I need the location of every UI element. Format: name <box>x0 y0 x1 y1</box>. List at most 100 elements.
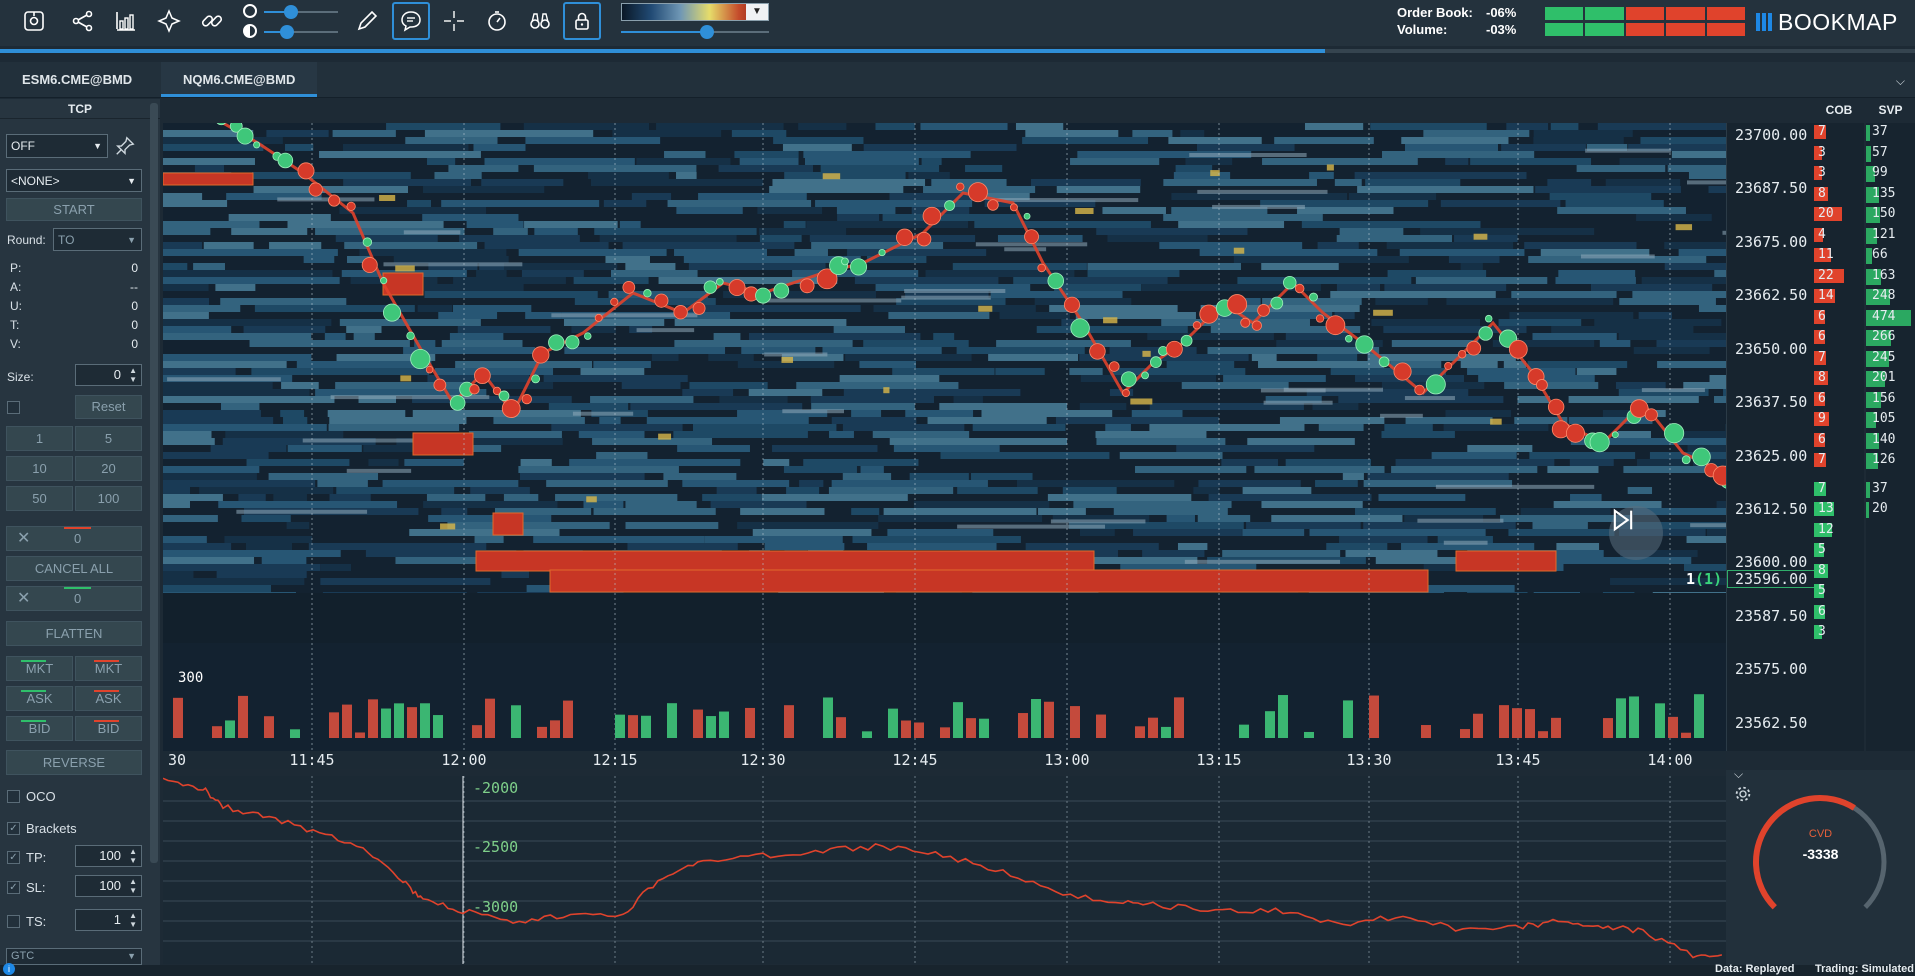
brackets-checkbox[interactable]: ✓ <box>7 822 20 835</box>
new-chart-icon[interactable] <box>17 4 51 38</box>
liquidity-band <box>1166 515 1195 522</box>
sell-ask-button[interactable]: ASK <box>75 686 142 711</box>
liquidity-band <box>852 536 1021 543</box>
connections-icon[interactable] <box>66 4 100 38</box>
timer-icon[interactable] <box>480 4 514 38</box>
sl-checkbox[interactable]: ✓ <box>7 881 20 894</box>
stepper-arrows-icon[interactable]: ▲ ▼ <box>129 911 137 929</box>
panel-scrollbar[interactable] <box>150 103 158 863</box>
cancel-sell-orders-button[interactable]: ✕ 0 <box>6 586 142 611</box>
quick-size-button[interactable]: 5 <box>75 426 142 451</box>
liquidity-band <box>287 445 362 452</box>
liquidity-band <box>163 193 203 200</box>
sell-trade-bubble <box>1165 340 1183 358</box>
buy-market-button[interactable]: MKT <box>6 656 73 681</box>
liquidity-band <box>1533 130 1633 137</box>
ts-stepper[interactable]: 1 ▲ ▼ <box>75 909 142 931</box>
tab-esm6[interactable]: ESM6.CME@BMD <box>0 62 154 97</box>
svp-volume-value: 248 <box>1872 288 1896 303</box>
cvd-indicator-chart[interactable]: -2000 -2500 -3000 <box>163 776 1726 964</box>
liquidity-band <box>764 352 828 357</box>
reverse-button[interactable]: REVERSE <box>6 750 142 775</box>
quick-size-button[interactable]: 20 <box>75 456 142 481</box>
heatmap-chart[interactable]: 300 <box>163 123 1726 751</box>
cob-ask-size: 3 <box>1818 144 1826 160</box>
quick-size-button[interactable]: 1 <box>6 426 73 451</box>
replay-progress-bar[interactable] <box>0 49 1915 53</box>
liquidity-band <box>423 186 545 193</box>
analytics-icon[interactable] <box>109 4 143 38</box>
liquidity-band <box>1185 158 1233 165</box>
plugins-icon[interactable] <box>152 4 186 38</box>
reset-button[interactable]: Reset <box>75 395 142 419</box>
cvd-gauge-panel: ⌵ CVD -3338 <box>1726 767 1915 965</box>
binoculars-icon[interactable] <box>523 4 557 38</box>
liquidity-band <box>484 242 609 249</box>
tp-checkbox[interactable]: ✓ <box>7 851 20 864</box>
stepper-arrows-icon[interactable]: ▲ ▼ <box>129 366 137 384</box>
buy-trade-bubble <box>1270 296 1284 310</box>
contrast-slider[interactable] <box>264 25 338 39</box>
time-in-force-select[interactable]: GTC ▼ <box>6 948 142 965</box>
volume-value: -03% <box>1486 22 1517 37</box>
heatmap-palette-select[interactable]: ▼ <box>621 3 769 21</box>
sl-stepper[interactable]: 100 ▲ ▼ <box>75 875 142 897</box>
quick-size-button[interactable]: 100 <box>75 486 142 511</box>
cancel-buy-orders-button[interactable]: ✕ 0 <box>6 526 142 551</box>
brightness-slider[interactable] <box>264 5 338 19</box>
play-pause-icon[interactable] <box>1609 506 1663 560</box>
size-stepper[interactable]: 0 ▲ ▼ <box>75 364 142 386</box>
stepper-arrows-icon[interactable]: ▲ ▼ <box>129 877 137 895</box>
chevron-down-icon[interactable]: ⌵ <box>1896 74 1905 89</box>
quick-size-button[interactable]: 50 <box>6 486 73 511</box>
liquidity-band <box>716 487 757 494</box>
liquidity-band <box>1087 263 1241 270</box>
liquidity-band <box>843 389 1021 396</box>
buy-trade-bubble <box>1120 371 1137 388</box>
stepper-arrows-icon[interactable]: ▲ ▼ <box>129 847 137 865</box>
liquidity-band <box>1569 459 1614 466</box>
sell-bid-button[interactable]: BID <box>75 716 142 741</box>
buy-trade-bubble <box>362 237 373 247</box>
cancel-all-button[interactable]: CANCEL ALL <box>6 556 142 581</box>
link-icon[interactable] <box>195 4 229 38</box>
buy-bid-button[interactable]: BID <box>6 716 73 741</box>
price-axis[interactable]: 23700.00 23687.50 23675.00 23662.50 2365… <box>1726 123 1815 751</box>
flatten-button[interactable]: FLATTEN <box>6 621 142 646</box>
liquidity-band <box>990 291 1123 298</box>
liquidity-band <box>1131 410 1183 417</box>
round-select[interactable]: TO ▼ <box>53 228 142 251</box>
svp-volume-value: 140 <box>1872 431 1896 447</box>
liquidity-band <box>1594 319 1722 326</box>
buy-volume-bar <box>719 711 729 738</box>
heatmap-contrast-slider[interactable] <box>621 25 769 39</box>
crosshair-icon[interactable] <box>437 4 471 38</box>
lock-icon[interactable] <box>563 2 601 40</box>
brackets-label: Brackets <box>26 821 77 836</box>
tab-nqm6[interactable]: NQM6.CME@BMD <box>161 62 318 97</box>
liquidity-band <box>428 515 552 522</box>
mode-select[interactable]: OFF ▼ <box>6 134 108 158</box>
liquidity-band <box>163 270 333 277</box>
quick-size-button[interactable]: 10 <box>6 456 73 481</box>
buy-ask-button[interactable]: ASK <box>6 686 73 711</box>
pencil-icon[interactable] <box>350 4 384 38</box>
oco-checkbox[interactable] <box>7 790 20 803</box>
volume-scale-label: 300 <box>178 670 204 686</box>
cob-title: COB <box>1825 103 1853 117</box>
liquidity-band <box>718 165 813 172</box>
chat-icon[interactable] <box>392 2 430 40</box>
info-icon[interactable]: i <box>3 963 15 975</box>
size-checkbox[interactable] <box>7 401 20 414</box>
start-button[interactable]: START <box>6 198 142 221</box>
liquidity-band <box>737 522 879 529</box>
pin-icon[interactable] <box>114 135 136 162</box>
cvd-tick-label: -2500 <box>473 838 519 856</box>
sell-market-button[interactable]: MKT <box>75 656 142 681</box>
liquidity-band <box>651 354 679 361</box>
strategy-select[interactable]: <NONE> ▼ <box>6 169 142 192</box>
tp-stepper[interactable]: 100 ▲ ▼ <box>75 845 142 867</box>
buy-trade-bubble <box>944 200 955 212</box>
ts-checkbox[interactable] <box>7 915 20 928</box>
liquidity-band <box>663 473 737 480</box>
